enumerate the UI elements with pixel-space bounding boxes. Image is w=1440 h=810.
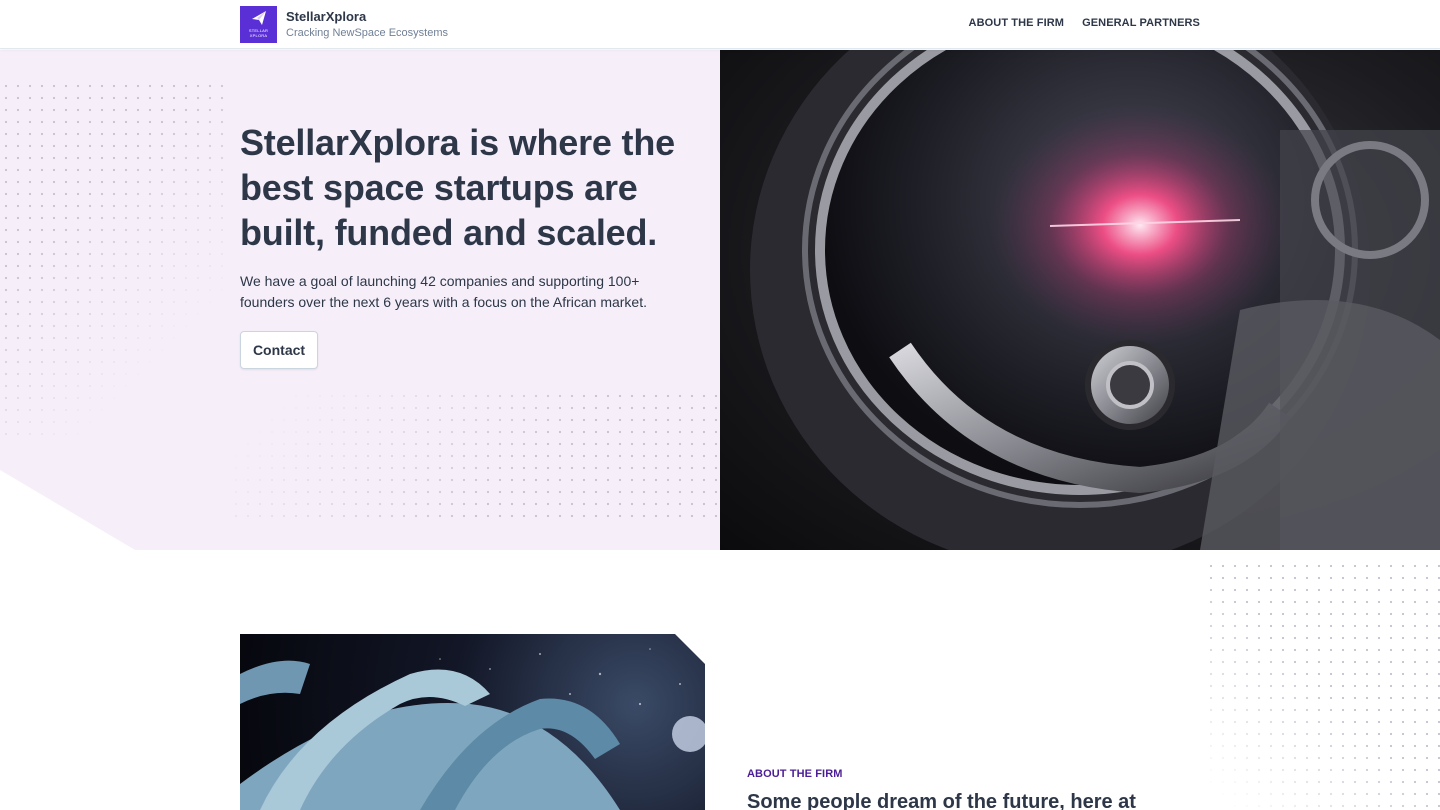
about-section-label: ABOUT THE FIRM (747, 768, 843, 780)
spaceship-image (240, 634, 705, 810)
nav-link-general-partners[interactable]: GENERAL PARTNERS (1082, 17, 1200, 29)
hero-title: StellarXplora is where the best space st… (240, 122, 675, 253)
nav-link-about-the-firm[interactable]: ABOUT THE FIRM (969, 17, 1065, 29)
angled-divider (0, 470, 135, 550)
image-corner-cut (675, 634, 705, 664)
astronaut-illustration (750, 50, 1440, 550)
hero-subtitle: We have a goal of launching 42 companies… (240, 273, 647, 310)
contact-button[interactable]: Contact (240, 331, 318, 369)
paper-plane-icon (252, 11, 266, 25)
brand-text: StellarXplora Cracking NewSpace Ecosyste… (286, 9, 448, 40)
dot-pattern-decoration (0, 80, 230, 440)
dot-pattern-decoration (1205, 560, 1440, 810)
site-header: STELLAR XPLORA StellarXplora Cracking Ne… (0, 0, 1440, 49)
brand-tagline: Cracking NewSpace Ecosystems (286, 27, 449, 39)
brand-name: StellarXplora (286, 9, 367, 24)
spaceship-illustration (240, 648, 705, 810)
logo-text-line2: XPLORA (249, 33, 268, 38)
logo: STELLAR XPLORA (240, 6, 277, 43)
dot-pattern-decoration (230, 390, 720, 520)
main-nav: ABOUT THE FIRM GENERAL PARTNERS (951, 17, 1200, 29)
hero-astronaut-image (720, 50, 1440, 550)
about-section-heading: Some people dream of the future, here at (747, 791, 1136, 810)
brand-link[interactable]: STELLAR XPLORA StellarXplora Cracking Ne… (240, 6, 448, 43)
